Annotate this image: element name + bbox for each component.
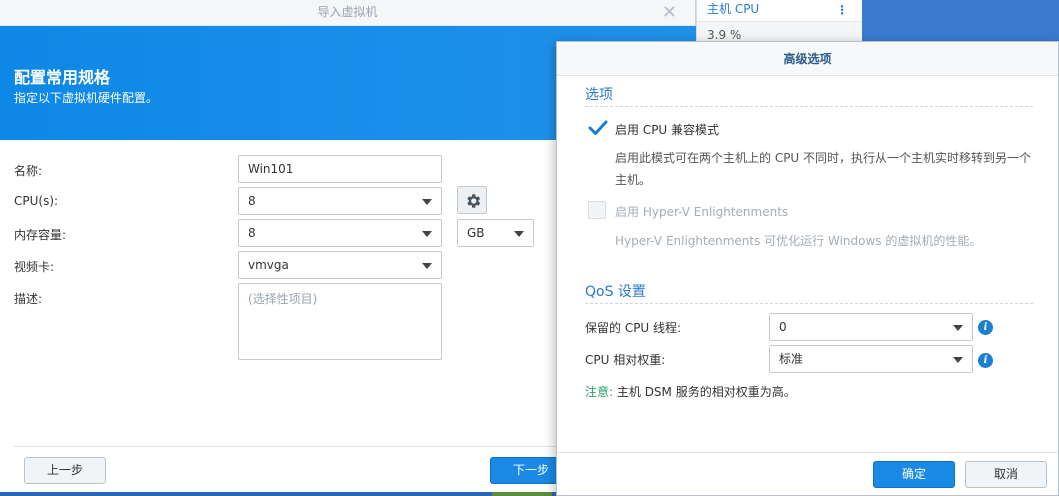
memory-label: 内存容量:: [14, 228, 67, 242]
note-text: 主机 DSM 服务的相对权重为高。: [616, 385, 796, 399]
section-divider: [585, 303, 1033, 304]
reserved-cpu-value: 0: [779, 320, 787, 334]
memory-select[interactable]: 8: [238, 219, 442, 247]
cpu-compat-desc-line2: 主机。: [615, 173, 652, 187]
cpu-compat-description: 启用此模式可在两个主机上的 CPU 不同时，执行从一个主机实时移转到另一个 主机…: [615, 147, 1031, 191]
dialog-title: 高级选项: [557, 42, 1058, 76]
description-textarea[interactable]: (选择性项目): [238, 283, 442, 360]
ok-button[interactable]: 确定: [873, 461, 955, 488]
qos-section-title: QoS 设置: [585, 284, 646, 300]
cpu-compat-desc-line1: 启用此模式可在两个主机上的 CPU 不同时，执行从一个主机实时移转到另一个: [615, 151, 1032, 165]
memory-select-value: 8: [248, 226, 256, 240]
banner-subtitle: 指定以下虚拟机硬件配置。: [14, 91, 159, 105]
cpu-weight-select[interactable]: 标准: [769, 345, 973, 373]
hyperv-checkbox[interactable]: [588, 201, 606, 219]
info-icon[interactable]: i: [978, 320, 993, 335]
cpu-usage-value: 3.9 %: [707, 28, 742, 42]
chevron-down-icon: [514, 231, 524, 237]
cpu-select[interactable]: 8: [238, 187, 442, 215]
name-input[interactable]: Win101: [238, 155, 442, 183]
advanced-settings-button[interactable]: [457, 186, 487, 214]
chevron-down-icon: [953, 357, 963, 363]
cpu-weight-value: 标准: [779, 352, 804, 366]
cpu-label: CPU(s):: [14, 194, 59, 208]
more-vertical-icon[interactable]: ⋮: [836, 3, 848, 17]
description-label: 描述:: [14, 292, 43, 306]
chevron-down-icon: [422, 231, 432, 237]
gear-icon: [467, 194, 481, 208]
cpu-compat-checkbox[interactable]: [588, 119, 608, 137]
memory-unit-value: GB: [467, 226, 485, 240]
name-label: 名称:: [14, 164, 43, 178]
chevron-down-icon: [953, 325, 963, 331]
video-select[interactable]: vmvga: [238, 251, 442, 279]
banner-title: 配置常用规格: [14, 68, 111, 87]
cpu-select-value: 8: [248, 194, 256, 208]
info-icon[interactable]: i: [978, 353, 993, 368]
reserved-cpu-select[interactable]: 0: [769, 313, 973, 341]
reserved-cpu-label: 保留的 CPU 线程:: [585, 321, 682, 335]
dialog-footer-divider: [557, 452, 1058, 453]
prev-button[interactable]: 上一步: [24, 457, 106, 484]
close-icon[interactable]: ✕: [662, 2, 677, 23]
cpu-weight-label: CPU 相对权重:: [585, 353, 666, 367]
wizard-title: 导入虚拟机: [0, 0, 695, 26]
qos-note: 注意: 主机 DSM 服务的相对权重为高。: [585, 383, 796, 400]
note-label: 注意:: [585, 385, 614, 399]
cancel-button[interactable]: 取消: [965, 461, 1047, 488]
section-divider: [585, 106, 1033, 107]
advanced-options-dialog: 高级选项 选项 启用 CPU 兼容模式 启用此模式可在两个主机上的 CPU 不同…: [556, 41, 1059, 496]
cpu-compat-label[interactable]: 启用 CPU 兼容模式: [615, 121, 719, 138]
hyperv-description: Hyper-V Enlightenments 可优化运行 Windows 的虚拟…: [615, 234, 982, 248]
chevron-down-icon: [422, 263, 432, 269]
video-select-value: vmvga: [248, 258, 289, 272]
chevron-down-icon: [422, 199, 432, 205]
video-label: 视频卡:: [14, 260, 55, 274]
checkmark-icon: [588, 120, 608, 135]
options-section-title: 选项: [585, 87, 613, 103]
memory-unit-select[interactable]: GB: [457, 219, 534, 247]
hyperv-label[interactable]: 启用 Hyper-V Enlightenments: [615, 203, 788, 220]
